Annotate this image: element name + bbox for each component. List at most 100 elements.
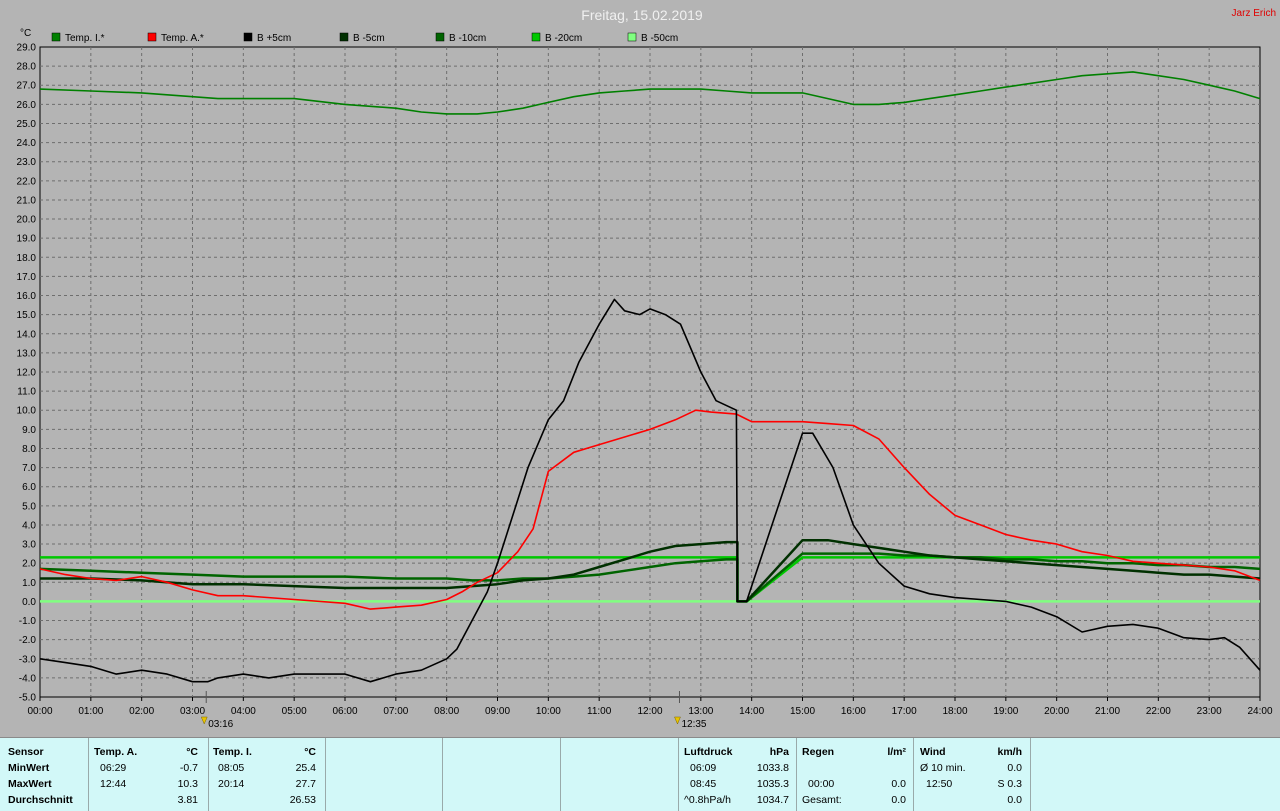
y-tick-label: 27.0 [17,81,37,92]
x-tick-label: 10:00 [536,706,561,717]
legend-swatch [339,32,349,42]
temp-i-max-time: 20:14 [218,778,245,790]
x-tick-label: 21:00 [1095,706,1120,717]
chart: Freitag, 15.02.2019 Jarz Erich °C Temp. … [17,7,1276,730]
y-tick-label: 3.0 [22,540,36,551]
wind-max-value: S 0.3 [997,778,1022,790]
y-tick-label: 22.0 [17,176,37,187]
temp-i-max-value: 27.7 [295,778,316,790]
luftdruck-max-value: 1035.3 [756,778,789,790]
x-tick-label: 02:00 [129,706,154,717]
x-tick-label: 04:00 [231,706,256,717]
x-tick-label: 08:00 [434,706,459,717]
y-tick-label: 25.0 [17,119,37,130]
y-tick-label: 7.0 [22,463,36,474]
y-tick-label: 6.0 [22,482,36,493]
wind-header: Wind [920,746,946,758]
y-tick-label: 11.0 [17,387,36,398]
x-tick-label: 12:00 [637,706,662,717]
y-tick-label: 9.0 [22,425,36,436]
temp-i-header: Temp. I. [213,746,252,758]
y-tick-label: 14.0 [17,329,37,340]
temp-i-min-value: 25.4 [295,762,316,774]
y-tick-label: 4.0 [22,520,36,531]
row-label-max: MaxWert [8,778,52,790]
temp-a-header: Temp. A. [94,746,138,758]
y-tick-label: 24.0 [17,138,37,149]
legend-swatch [627,32,637,42]
x-tick-label: 23:00 [1197,706,1222,717]
y-tick-label: -4.0 [19,673,37,684]
y-tick-label: 1.0 [22,578,36,589]
legend-swatch [531,32,541,42]
y-tick-label: 20.0 [17,215,37,226]
legend-swatch [243,32,253,42]
regen-header: Regen [802,746,835,758]
x-tick-label: 20:00 [1044,706,1069,717]
y-tick-label: 15.0 [17,310,37,321]
y-tick-label: -1.0 [19,616,37,627]
temp-a-unit: °C [186,746,198,758]
sun-icon [674,716,681,725]
y-tick-label: 26.0 [17,100,37,111]
y-tick-label: 8.0 [22,444,36,455]
y-tick-label: 16.0 [17,291,37,302]
regen-total-label: Gesamt: [802,794,842,806]
wind-avg-label: Ø 10 min. [920,762,966,774]
sun-marker-label: 12:35 [681,719,706,730]
x-tick-label: 14:00 [739,706,764,717]
x-tick-label: 17:00 [892,706,917,717]
temp-a-max-value: 10.3 [177,778,198,790]
luftdruck-max-time: 08:45 [690,778,717,790]
y-unit-label: °C [20,28,31,39]
temp-i-min-time: 08:05 [218,762,245,774]
x-tick-label: 01:00 [78,706,103,717]
temp-a-min-time: 06:29 [100,762,127,774]
row-label-min: MinWert [8,762,50,774]
legend-label: B -5cm [353,33,385,44]
luftdruck-min-time: 06:09 [690,762,717,774]
regen-unit: l/m² [887,746,906,758]
legend-swatch [51,32,61,42]
x-tick-label: 24:00 [1247,706,1272,717]
legend-label: Temp. I.* [65,33,105,44]
luftdruck-trend: ^0.8hPa/h [684,794,731,806]
x-tick-label: 05:00 [282,706,307,717]
y-tick-label: 0.0 [22,597,36,608]
y-tick-label: 19.0 [17,234,37,245]
wind-unit: km/h [997,746,1022,758]
y-tick-label: 29.0 [17,43,37,54]
sun-marker-label: 03:16 [208,719,233,730]
luftdruck-min-value: 1033.8 [756,762,789,774]
x-axis-ticks: 00:00 01:00 02:00 03:00 04:00 05:00 06:00 07:00… [27,697,1273,717]
x-tick-label: 11:00 [587,706,612,717]
x-tick-label: 03:00 [180,706,205,717]
legend-swatch [435,32,445,42]
x-tick-label: 19:00 [993,706,1018,717]
x-tick-label: 00:00 [27,706,52,717]
temp-i-unit: °C [304,746,316,758]
sensor-header: Sensor [8,746,44,758]
x-tick-label: 18:00 [942,706,967,717]
legend: Temp. I.* Temp. A.* B +5cm B -5cm B -10cm B -… [51,32,678,44]
x-tick-label: 07:00 [383,706,408,717]
y-tick-label: 13.0 [17,348,37,359]
y-tick-label: 10.0 [17,406,37,417]
y-tick-label: 18.0 [17,253,37,264]
legend-label: B -50cm [641,33,678,44]
wind-row3-value: 0.0 [1007,794,1022,806]
legend-label: B -20cm [545,33,582,44]
x-tick-label: 09:00 [485,706,510,717]
luftdruck-header: Luftdruck [684,746,733,758]
x-tick-label: 13:00 [688,706,713,717]
y-tick-label: -3.0 [19,654,37,665]
legend-label: Temp. A.* [161,33,204,44]
x-tick-label: 06:00 [332,706,357,717]
x-tick-label: 16:00 [841,706,866,717]
x-tick-label: 22:00 [1146,706,1171,717]
regen-time: 00:00 [808,778,835,790]
row-label-avg: Durchschnitt [8,794,73,806]
y-tick-label: 2.0 [22,559,36,570]
sun-icon [200,716,208,725]
y-tick-label: 28.0 [17,62,37,73]
